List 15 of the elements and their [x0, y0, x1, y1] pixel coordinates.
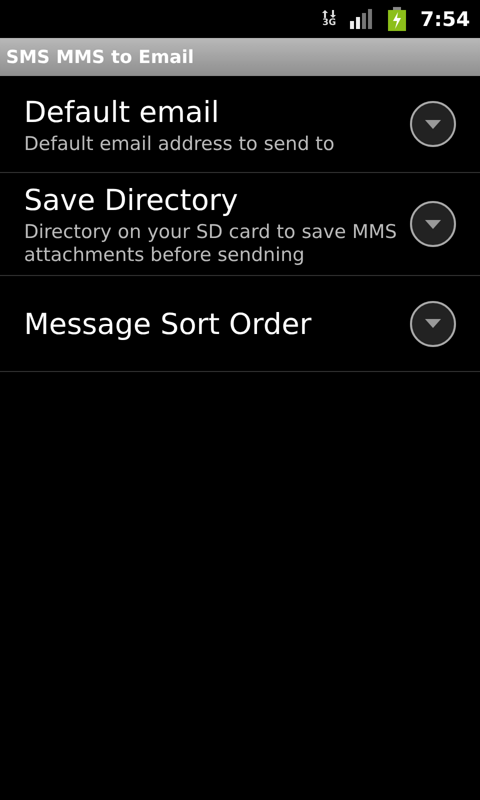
preference-title[interactable]: Save Directory: [24, 181, 410, 219]
caret-icon: [425, 319, 441, 328]
app-title-bar: SMS MMS to Email: [0, 38, 480, 76]
battery-charging-icon: [388, 7, 406, 31]
dropdown-button[interactable]: [410, 101, 456, 147]
signal-icon: [350, 9, 374, 29]
clock-time: 7:54: [420, 7, 470, 31]
caret-icon: [425, 120, 441, 128]
caret-icon: [425, 220, 441, 228]
dropdown-button[interactable]: [410, 201, 456, 247]
preference-summary: Default email address to send to: [24, 132, 336, 156]
preference-title[interactable]: Message Sort Order: [24, 304, 410, 342]
preference-summary: Directory on your SD card to save MMS attachments before sendning: [24, 221, 398, 267]
preference-title[interactable]: Default email: [24, 92, 410, 130]
dropdown-button[interactable]: [410, 300, 456, 346]
